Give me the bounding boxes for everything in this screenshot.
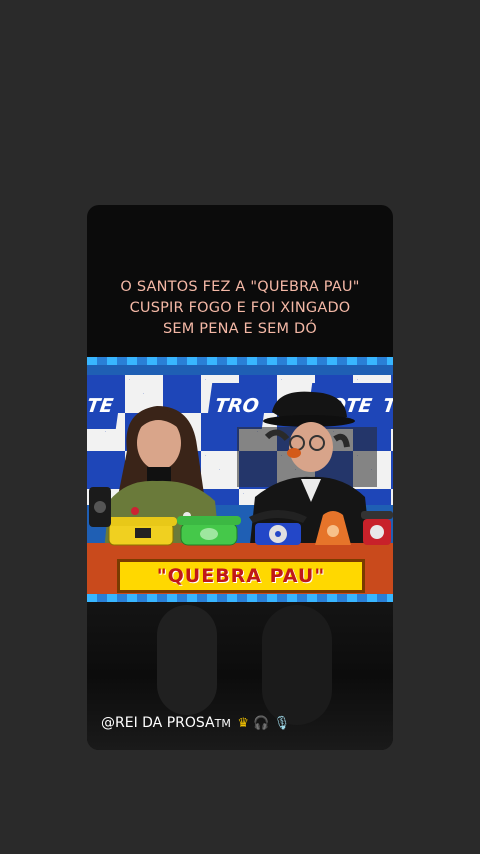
top-light-strip [87, 357, 393, 365]
caption-line-3: SEM PENA E SEM DÓ [162, 321, 317, 337]
caption-line-1: O SANTOS FEZ A "QUEBRA PAU" [120, 279, 360, 295]
show-banner: "QUEBRA PAU" [117, 559, 365, 593]
red-phone-icon [361, 511, 393, 545]
blurred-shape-left [157, 605, 217, 715]
watermark-tm: TM [214, 717, 231, 730]
crown-icon: ♛ [237, 716, 249, 731]
orange-phone-icon [315, 511, 351, 545]
black-phone-icon [89, 487, 111, 527]
watermark-handle: @REI DA PROSA [101, 715, 215, 731]
video-frame[interactable]: TE TRO ROTE T [87, 357, 393, 602]
caption-text: O SANTOS FEZ A "QUEBRA PAU" CUSPIR FOGO … [87, 277, 393, 340]
blue-rotary-phone-icon [249, 510, 307, 545]
story-card: O SANTOS FEZ A "QUEBRA PAU" CUSPIR FOGO … [87, 205, 393, 750]
green-phone-icon [177, 516, 241, 546]
headphones-icon: 🎧 [253, 716, 270, 731]
microphone-icon: 🎙 [273, 716, 290, 731]
bottom-light-strip [87, 594, 393, 602]
caption-line-2: CUSPIR FOGO E FOI XINGADO [129, 300, 351, 316]
yellow-phone-icon [105, 517, 177, 546]
watermark: @REI DA PROSATM ♛ 🎧 🎙 [101, 715, 290, 731]
blurred-shape-right [262, 605, 332, 725]
